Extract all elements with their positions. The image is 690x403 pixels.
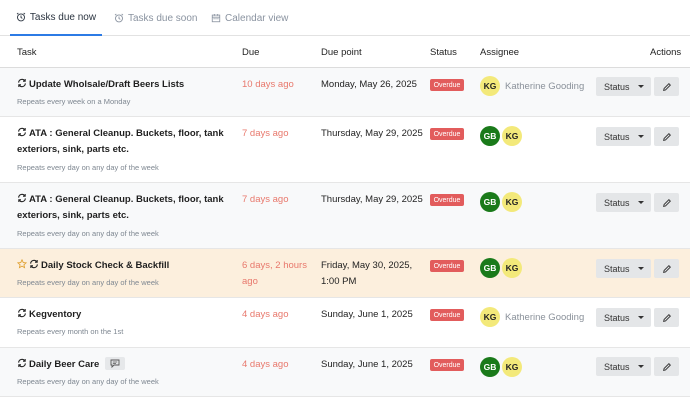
due-relative: 7 days ago	[242, 128, 289, 139]
status-dropdown-button[interactable]: Status	[596, 77, 651, 96]
table-row: Kegventory Repeats every month on the 1s…	[0, 298, 690, 348]
table-row: Daily Stock Check & Backfill Repeats eve…	[0, 249, 690, 298]
avatar: GB	[480, 192, 500, 212]
task-repeat-text: Repeats every day on any day of the week	[17, 229, 159, 238]
view-tabs: Tasks due now Tasks due soon Calendar vi…	[0, 0, 690, 36]
status-dropdown-button[interactable]: Status	[596, 193, 651, 212]
caret-down-icon	[638, 201, 644, 204]
task-title[interactable]: Update Wholsale/Draft Beers Lists	[17, 77, 227, 93]
due-relative: 6 days, 2 hours ago	[242, 260, 307, 287]
table-row: ATA : General Cleanup. Buckets, floor, t…	[0, 117, 690, 183]
caret-down-icon	[638, 316, 644, 319]
pencil-icon	[662, 198, 671, 207]
repeat-icon	[18, 193, 26, 203]
status-dropdown-button[interactable]: Status	[596, 259, 651, 278]
column-header-assignee: Assignee	[480, 47, 520, 58]
status-badge: Overdue	[430, 79, 464, 91]
status-badge: Overdue	[430, 359, 464, 371]
caret-down-icon	[638, 267, 644, 270]
column-header-actions: Actions	[650, 47, 682, 58]
tab-tasks-due-now[interactable]: Tasks due now	[10, 0, 102, 36]
pencil-icon	[662, 82, 671, 91]
avatar: KG	[502, 192, 522, 212]
status-dropdown-button[interactable]: Status	[596, 308, 651, 327]
status-dropdown-button[interactable]: Status	[596, 357, 651, 376]
due-point: Sunday, June 1, 2025	[321, 309, 413, 320]
repeat-icon	[18, 308, 26, 318]
table-row: Update Wholsale/Draft Beers Lists Repeat…	[0, 68, 690, 117]
assignee-name: Katherine Gooding	[505, 81, 585, 92]
pencil-icon	[662, 132, 671, 141]
due-point: Friday, May 30, 2025, 1:00 PM	[321, 260, 413, 287]
tab-label: Tasks due now	[29, 11, 97, 23]
tab-calendar-view[interactable]: Calendar view	[211, 0, 288, 36]
due-point: Thursday, May 29, 2025	[321, 194, 423, 205]
pencil-icon	[662, 264, 671, 273]
due-relative: 4 days ago	[242, 309, 289, 320]
task-repeat-text: Repeats every day on any day of the week	[17, 163, 159, 172]
column-header-due-point: Due point	[321, 47, 362, 58]
avatar: KG	[502, 357, 522, 377]
alarm-clock-icon	[114, 13, 124, 23]
status-badge: Overdue	[430, 128, 464, 140]
assignee-name: Katherine Gooding	[505, 312, 585, 323]
task-title[interactable]: ATA : General Cleanup. Buckets, floor, t…	[17, 126, 227, 158]
column-header-status: Status	[430, 47, 457, 58]
tab-label: Tasks due soon	[128, 12, 198, 24]
avatar: KG	[502, 126, 522, 146]
task-title[interactable]: ATA : General Cleanup. Buckets, floor, t…	[17, 192, 227, 224]
due-point: Monday, May 26, 2025	[321, 79, 417, 90]
edit-button[interactable]	[654, 77, 679, 96]
task-title[interactable]: Daily Beer Care	[17, 357, 227, 373]
due-point: Sunday, June 1, 2025	[321, 359, 413, 370]
edit-button[interactable]	[654, 308, 679, 327]
avatar: GB	[480, 258, 500, 278]
avatar: KG	[502, 258, 522, 278]
repeat-icon	[18, 127, 26, 137]
alarm-clock-icon	[16, 12, 26, 22]
due-point: Thursday, May 29, 2025	[321, 128, 423, 139]
status-badge: Overdue	[430, 260, 464, 272]
task-repeat-text: Repeats every week on a Monday	[17, 97, 131, 106]
pencil-icon	[662, 362, 671, 371]
due-relative: 10 days ago	[242, 79, 294, 90]
table-row: Daily Beer Care Repeats every day on any…	[0, 348, 690, 397]
caret-down-icon	[638, 85, 644, 88]
status-dropdown-button[interactable]: Status	[596, 127, 651, 146]
repeat-icon	[30, 259, 38, 269]
task-repeat-text: Repeats every day on any day of the week	[17, 377, 159, 386]
avatar: GB	[480, 357, 500, 377]
pencil-icon	[662, 313, 671, 322]
avatar: GB	[480, 126, 500, 146]
status-badge: Overdue	[430, 194, 464, 206]
avatar: KG	[480, 307, 500, 327]
star-icon	[17, 259, 27, 269]
edit-button[interactable]	[654, 259, 679, 278]
tab-tasks-due-soon[interactable]: Tasks due soon	[114, 0, 198, 36]
table-header: Task Due Due point Status Assignee Actio…	[0, 36, 690, 68]
caret-down-icon	[638, 365, 644, 368]
due-relative: 4 days ago	[242, 359, 289, 370]
table-row: ATA : General Cleanup. Buckets, floor, t…	[0, 183, 690, 249]
tab-label: Calendar view	[225, 12, 289, 24]
due-relative: 7 days ago	[242, 194, 289, 205]
status-badge: Overdue	[430, 309, 464, 321]
repeat-icon	[18, 78, 26, 88]
avatar: KG	[480, 76, 500, 96]
edit-button[interactable]	[654, 193, 679, 212]
edit-button[interactable]	[654, 357, 679, 376]
note-button[interactable]	[105, 357, 126, 370]
comment-icon	[110, 359, 120, 368]
task-title[interactable]: Kegventory	[17, 307, 227, 323]
calendar-icon	[211, 14, 221, 23]
task-repeat-text: Repeats every month on the 1st	[17, 327, 124, 336]
repeat-icon	[18, 358, 26, 368]
edit-button[interactable]	[654, 127, 679, 146]
caret-down-icon	[638, 135, 644, 138]
task-repeat-text: Repeats every day on any day of the week	[17, 278, 159, 287]
column-header-task: Task	[17, 47, 37, 58]
task-title[interactable]: Daily Stock Check & Backfill	[17, 258, 227, 274]
column-header-due: Due	[242, 47, 260, 58]
